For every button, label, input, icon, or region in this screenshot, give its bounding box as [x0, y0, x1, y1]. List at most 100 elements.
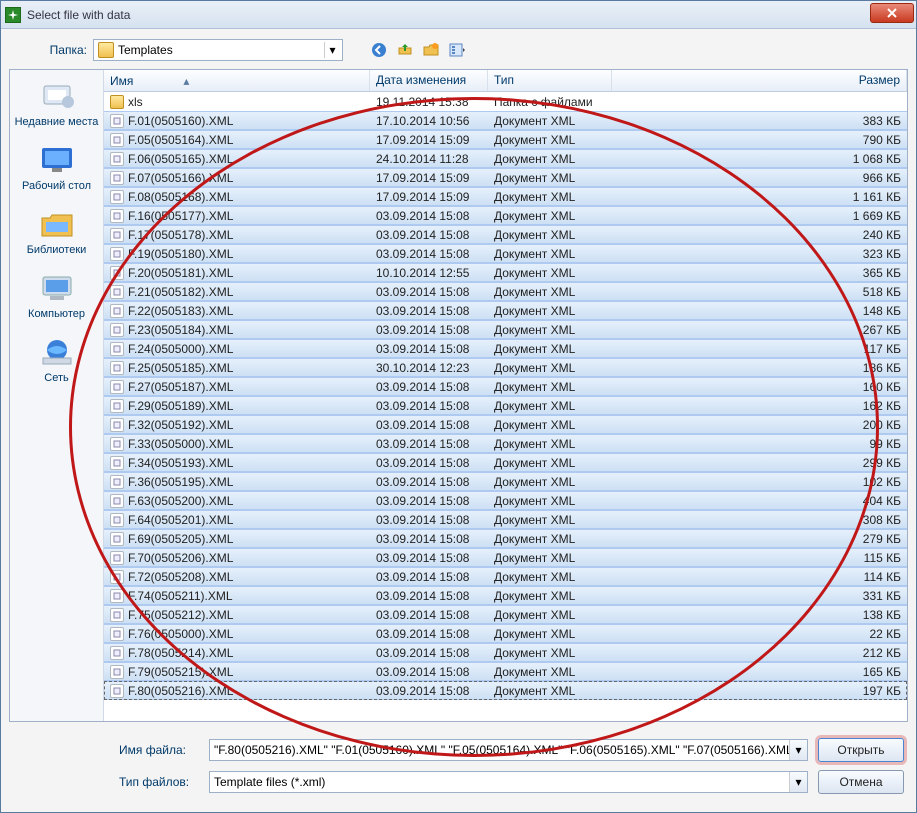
file-icon: [110, 190, 124, 204]
file-row[interactable]: F.22(0505183).XML03.09.2014 15:08Докумен…: [104, 301, 907, 320]
header-type[interactable]: Тип: [488, 70, 612, 91]
header-name[interactable]: Имя ▴: [104, 70, 370, 91]
file-row[interactable]: F.24(0505000).XML03.09.2014 15:08Докумен…: [104, 339, 907, 358]
file-row[interactable]: F.76(0505000).XML03.09.2014 15:08Докумен…: [104, 624, 907, 643]
file-icon: [110, 665, 124, 679]
file-icon: [110, 228, 124, 242]
back-icon[interactable]: [369, 40, 389, 60]
file-row[interactable]: F.69(0505205).XML03.09.2014 15:08Докумен…: [104, 529, 907, 548]
file-row[interactable]: F.64(0505201).XML03.09.2014 15:08Докумен…: [104, 510, 907, 529]
file-dialog-window: Select file with data Папка: Templates ▾: [0, 0, 917, 813]
file-icon: [110, 266, 124, 280]
file-row[interactable]: F.08(0505168).XML17.09.2014 15:09Докумен…: [104, 187, 907, 206]
file-rows[interactable]: xls19.11.2014 15:38Папка с файламиF.01(0…: [104, 92, 907, 721]
header-size[interactable]: Размер: [612, 70, 907, 91]
file-row[interactable]: F.23(0505184).XML03.09.2014 15:08Докумен…: [104, 320, 907, 339]
file-icon: [110, 285, 124, 299]
file-icon: [110, 361, 124, 375]
file-icon: [110, 570, 124, 584]
computer-icon: [36, 270, 78, 306]
place-libs[interactable]: Библиотеки: [12, 206, 101, 256]
header-date[interactable]: Дата изменения: [370, 70, 488, 91]
place-network[interactable]: Сеть: [12, 334, 101, 384]
network-icon: [36, 334, 78, 370]
file-row[interactable]: F.74(0505211).XML03.09.2014 15:08Докумен…: [104, 586, 907, 605]
file-row[interactable]: F.19(0505180).XML03.09.2014 15:08Докумен…: [104, 244, 907, 263]
toolbar-icons: [369, 40, 467, 60]
file-icon: [110, 418, 124, 432]
file-icon: [110, 304, 124, 318]
file-icon: [110, 399, 124, 413]
main-area: Недавние места Рабочий стол Библиотеки Комп…: [9, 69, 908, 722]
file-row[interactable]: F.20(0505181).XML10.10.2014 12:55Докумен…: [104, 263, 907, 282]
file-row[interactable]: F.06(0505165).XML24.10.2014 11:28Докумен…: [104, 149, 907, 168]
file-row[interactable]: F.16(0505177).XML03.09.2014 15:08Докумен…: [104, 206, 907, 225]
file-icon: [110, 608, 124, 622]
window-title: Select file with data: [27, 8, 130, 22]
libs-icon: [36, 206, 78, 242]
file-row[interactable]: F.34(0505193).XML03.09.2014 15:08Докумен…: [104, 453, 907, 472]
file-row[interactable]: F.05(0505164).XML17.09.2014 15:09Докумен…: [104, 130, 907, 149]
chevron-down-icon[interactable]: ▾: [789, 740, 807, 760]
place-recent[interactable]: Недавние места: [12, 78, 101, 128]
chevron-down-icon[interactable]: ▾: [324, 42, 340, 58]
filename-input[interactable]: "F.80(0505216).XML" "F.01(0505160).XML" …: [209, 739, 808, 761]
app-icon: [5, 7, 21, 23]
file-row[interactable]: F.21(0505182).XML03.09.2014 15:08Докумен…: [104, 282, 907, 301]
folder-combo[interactable]: Templates ▾: [93, 39, 343, 61]
file-icon: [110, 684, 124, 698]
file-row[interactable]: F.80(0505216).XML03.09.2014 15:08Докумен…: [104, 681, 907, 700]
view-menu-icon[interactable]: [447, 40, 467, 60]
file-row[interactable]: F.79(0505215).XML03.09.2014 15:08Докумен…: [104, 662, 907, 681]
place-desktop[interactable]: Рабочий стол: [12, 142, 101, 192]
folder-row[interactable]: xls19.11.2014 15:38Папка с файлами: [104, 92, 907, 111]
file-icon: [110, 380, 124, 394]
folder-combo-value: Templates: [118, 43, 173, 57]
cancel-button[interactable]: Отмена: [818, 770, 904, 794]
file-icon: [110, 532, 124, 546]
filename-label: Имя файла:: [119, 743, 199, 757]
file-icon: [110, 247, 124, 261]
titlebar: Select file with data: [1, 1, 916, 29]
file-row[interactable]: F.01(0505160).XML17.10.2014 10:56Докумен…: [104, 111, 907, 130]
file-row[interactable]: F.27(0505187).XML03.09.2014 15:08Докумен…: [104, 377, 907, 396]
file-icon: [110, 342, 124, 356]
new-folder-icon[interactable]: [421, 40, 441, 60]
file-row[interactable]: F.63(0505200).XML03.09.2014 15:08Докумен…: [104, 491, 907, 510]
toolbar: Папка: Templates ▾: [9, 35, 908, 67]
file-row[interactable]: F.78(0505214).XML03.09.2014 15:08Докумен…: [104, 643, 907, 662]
file-row[interactable]: F.17(0505178).XML03.09.2014 15:08Докумен…: [104, 225, 907, 244]
file-icon: [110, 513, 124, 527]
file-row[interactable]: F.25(0505185).XML30.10.2014 12:23Докумен…: [104, 358, 907, 377]
file-icon: [110, 437, 124, 451]
folder-icon: [98, 42, 114, 58]
file-row[interactable]: F.29(0505189).XML03.09.2014 15:08Докумен…: [104, 396, 907, 415]
file-icon: [110, 209, 124, 223]
file-icon: [110, 627, 124, 641]
file-row[interactable]: F.70(0505206).XML03.09.2014 15:08Докумен…: [104, 548, 907, 567]
close-button[interactable]: [870, 3, 914, 23]
column-headers: Имя ▴ Дата изменения Тип Размер: [104, 70, 907, 92]
file-icon: [110, 152, 124, 166]
place-computer[interactable]: Компьютер: [12, 270, 101, 320]
file-row[interactable]: F.33(0505000).XML03.09.2014 15:08Докумен…: [104, 434, 907, 453]
file-icon: [110, 551, 124, 565]
file-icon: [110, 494, 124, 508]
open-button[interactable]: Открыть: [818, 738, 904, 762]
chevron-down-icon[interactable]: ▾: [789, 772, 807, 792]
recent-icon: [36, 78, 78, 114]
file-row[interactable]: F.32(0505192).XML03.09.2014 15:08Докумен…: [104, 415, 907, 434]
places-bar: Недавние места Рабочий стол Библиотеки Комп…: [10, 70, 104, 721]
file-icon: [110, 133, 124, 147]
up-one-level-icon[interactable]: [395, 40, 415, 60]
file-row[interactable]: F.36(0505195).XML03.09.2014 15:08Докумен…: [104, 472, 907, 491]
dialog-body: Папка: Templates ▾: [1, 29, 916, 812]
file-row[interactable]: F.75(0505212).XML03.09.2014 15:08Докумен…: [104, 605, 907, 624]
filetype-combo[interactable]: Template files (*.xml) ▾: [209, 771, 808, 793]
folder-icon: [110, 95, 124, 109]
file-icon: [110, 323, 124, 337]
file-list: Имя ▴ Дата изменения Тип Размер xls19.11…: [104, 70, 907, 721]
file-icon: [110, 589, 124, 603]
file-row[interactable]: F.07(0505166).XML17.09.2014 15:09Докумен…: [104, 168, 907, 187]
file-row[interactable]: F.72(0505208).XML03.09.2014 15:08Докумен…: [104, 567, 907, 586]
